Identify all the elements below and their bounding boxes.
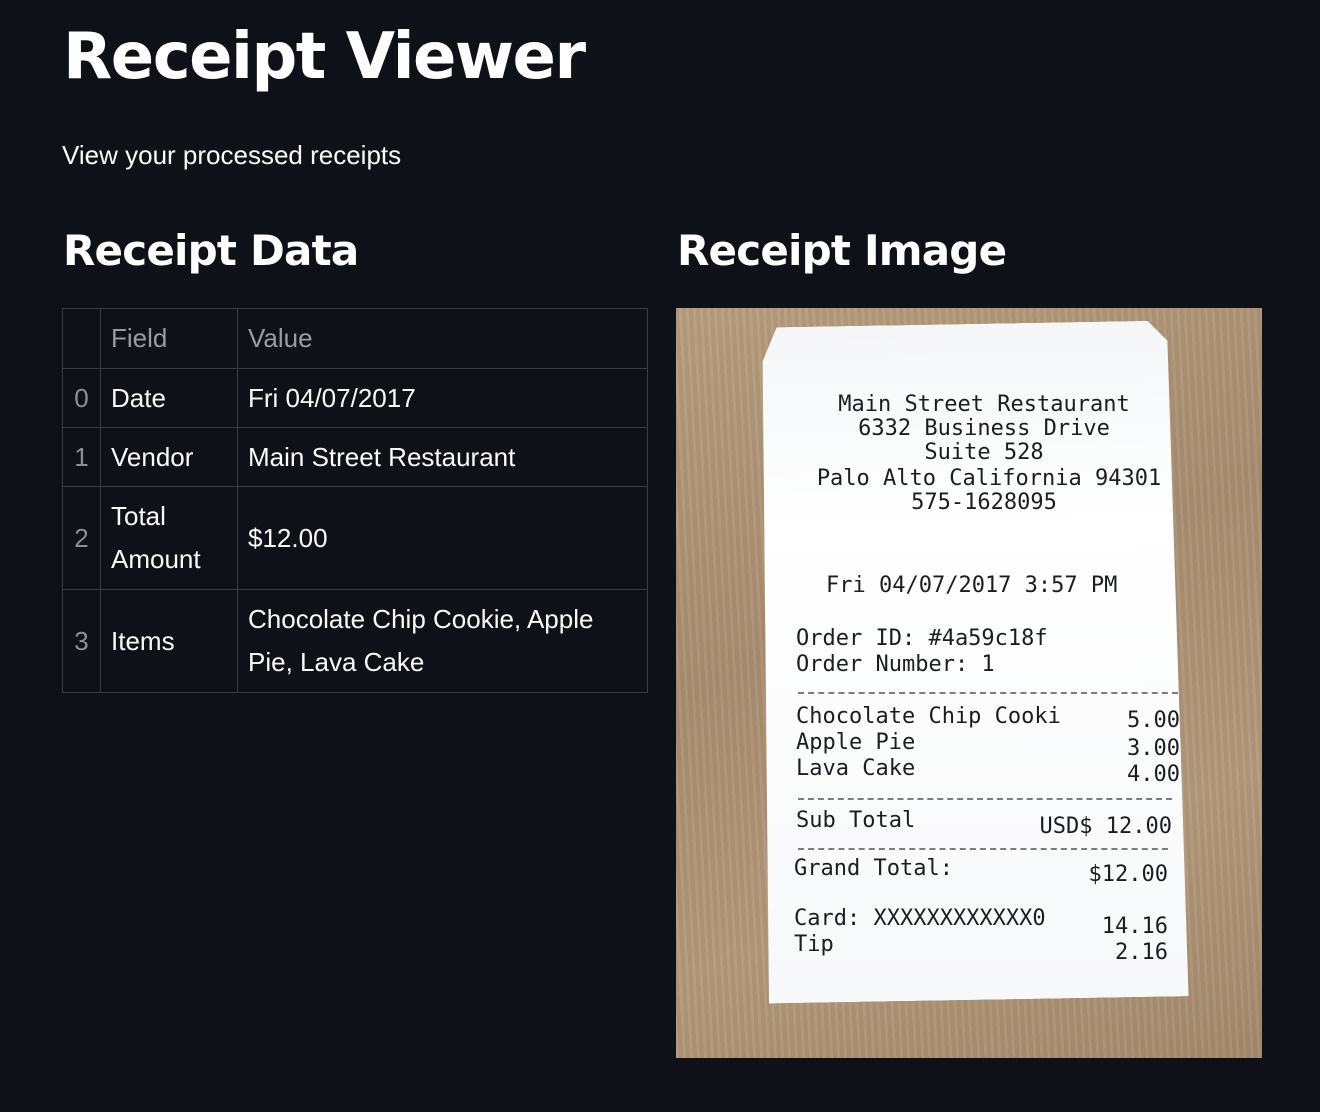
receipt-item-name: Chocolate Chip Cooki bbox=[796, 704, 1061, 729]
row-field[interactable]: Items bbox=[100, 589, 238, 693]
receipt-tip-value: 2.16 bbox=[1115, 940, 1168, 965]
receipt-subtotal-value: USD$ 12.00 bbox=[1039, 814, 1172, 839]
column-header-value[interactable]: Value bbox=[237, 308, 648, 369]
receipt-subtotal-label: Sub Total bbox=[796, 808, 916, 833]
receipt-item-price: 5.00 bbox=[1127, 708, 1180, 733]
receipt-grand-total-label: Grand Total: bbox=[794, 856, 953, 881]
table-header-row: Field Value bbox=[62, 308, 648, 369]
receipt-card-value: 14.16 bbox=[1101, 914, 1168, 939]
receipt-item-price: 3.00 bbox=[1127, 736, 1180, 761]
receipt-address-line2: Suite 528 bbox=[924, 440, 1044, 465]
receipt-divider bbox=[798, 848, 1168, 850]
receipt-item-name: Lava Cake bbox=[796, 756, 916, 781]
row-field[interactable]: Date bbox=[100, 368, 238, 428]
row-field[interactable]: Vendor bbox=[100, 427, 238, 487]
row-index: 2 bbox=[62, 486, 101, 590]
row-value[interactable]: Fri 04/07/2017 bbox=[237, 368, 648, 428]
receipt-tip-label: Tip bbox=[794, 932, 834, 957]
table-row[interactable]: 3 Items Chocolate Chip Cookie, Apple Pie… bbox=[62, 589, 648, 693]
receipt-data-table: Field Value 0 Date Fri 04/07/2017 1 Vend… bbox=[62, 308, 648, 693]
receipt-vendor: Main Street Restaurant bbox=[838, 392, 1130, 417]
receipt-order-number: Order Number: 1 bbox=[796, 652, 995, 677]
receipt-divider bbox=[798, 798, 1172, 800]
receipt-item-name: Apple Pie bbox=[796, 730, 916, 755]
receipt-phone: 575-1628095 bbox=[911, 490, 1057, 515]
column-header-index bbox=[62, 308, 101, 369]
table-row[interactable]: 2 Total Amount $12.00 bbox=[62, 486, 648, 590]
receipt-address-line1: 6332 Business Drive bbox=[858, 416, 1110, 441]
receipt-grand-total-value: $12.00 bbox=[1088, 862, 1168, 887]
receipt-data-heading: Receipt Data bbox=[63, 226, 359, 275]
row-value[interactable]: Chocolate Chip Cookie, Apple Pie, Lava C… bbox=[237, 589, 648, 693]
page-subtitle: View your processed receipts bbox=[62, 140, 402, 170]
receipt-address-line3: Palo Alto California 94301 bbox=[816, 466, 1162, 491]
row-value[interactable]: $12.00 bbox=[237, 486, 648, 590]
row-index: 3 bbox=[62, 589, 101, 693]
receipt-viewer-page: Receipt Viewer View your processed recei… bbox=[0, 0, 1320, 1112]
table-row[interactable]: 1 Vendor Main Street Restaurant bbox=[62, 427, 648, 487]
receipt-image-heading: Receipt Image bbox=[677, 226, 1007, 275]
receipt-image[interactable]: Main Street Restaurant 6332 Business Dri… bbox=[676, 308, 1262, 1058]
receipt-divider bbox=[798, 692, 1178, 694]
page-title: Receipt Viewer bbox=[63, 20, 586, 94]
column-header-field[interactable]: Field bbox=[100, 308, 238, 369]
row-field[interactable]: Total Amount bbox=[100, 486, 238, 590]
table-row[interactable]: 0 Date Fri 04/07/2017 bbox=[62, 368, 648, 428]
receipt-order-id: Order ID: #4a59c18f bbox=[796, 626, 1048, 651]
receipt-datetime: Fri 04/07/2017 3:57 PM bbox=[826, 573, 1118, 598]
receipt-item-price: 4.00 bbox=[1127, 762, 1180, 787]
row-value[interactable]: Main Street Restaurant bbox=[237, 427, 648, 487]
row-index: 0 bbox=[62, 368, 101, 428]
receipt-card-label: Card: XXXXXXXXXXXX0 bbox=[794, 906, 1046, 931]
row-index: 1 bbox=[62, 427, 101, 487]
